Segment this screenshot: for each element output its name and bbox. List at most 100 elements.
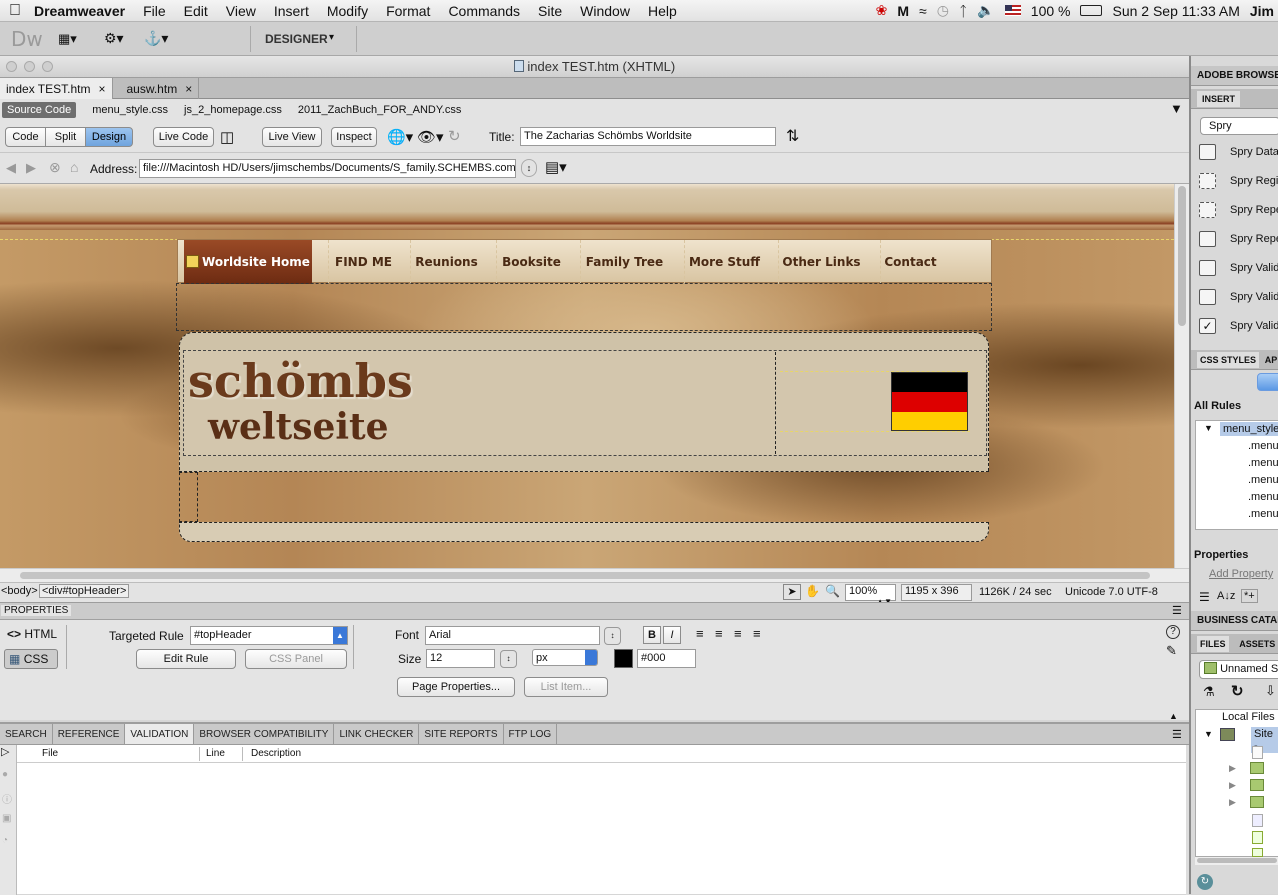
design-view[interactable]: Worldsite Home FIND ME Reunions Booksite… <box>0 184 1174 568</box>
menu-modify[interactable]: Modify <box>318 3 377 19</box>
nav-reunions[interactable]: Reunions <box>410 240 482 284</box>
panel-menu-icon[interactable]: ☰ <box>1172 604 1182 617</box>
zoom-tool-icon[interactable]: 🔍 <box>825 584 840 598</box>
visual-aids-icon[interactable]: 👁▾ <box>417 128 444 146</box>
nav-other-links[interactable]: Other Links <box>778 240 864 284</box>
files-tab[interactable]: FILES <box>1197 636 1229 652</box>
malwarebytes-icon[interactable]: M <box>897 3 909 19</box>
tag-selector-body[interactable]: <body> <box>1 585 38 597</box>
menu-help[interactable]: Help <box>639 3 686 19</box>
info-icon[interactable]: ⓘ <box>2 791 12 806</box>
column-line[interactable]: Line <box>206 745 225 763</box>
folder-icon[interactable] <box>1250 796 1264 808</box>
column-description[interactable]: Description <box>251 745 301 763</box>
workspace-switcher[interactable]: DESIGNER <box>265 32 328 46</box>
app-menu[interactable]: Dreamweaver <box>30 3 134 19</box>
home-icon[interactable]: ⌂ <box>70 159 78 175</box>
css-rule[interactable]: .menu <box>1248 508 1278 520</box>
file-icon[interactable] <box>1252 814 1263 827</box>
creative-cloud-icon[interactable]: ❀ <box>876 2 888 19</box>
globe-icon[interactable]: 🌐▾ <box>387 128 413 146</box>
back-icon[interactable]: ◀ <box>6 160 16 176</box>
nav-contact[interactable]: Contact <box>880 240 940 284</box>
german-flag-icon[interactable] <box>891 372 968 431</box>
collapse-icon[interactable]: ▲ <box>1169 711 1178 721</box>
flag-icon[interactable] <box>1004 5 1021 16</box>
disclosure-triangle-icon[interactable]: ▶ <box>1229 780 1236 791</box>
files-hscrollbar[interactable] <box>1195 857 1278 865</box>
scroll-thumb[interactable] <box>1197 858 1277 863</box>
assets-tab[interactable]: ASSETS <box>1231 636 1278 652</box>
related-source-code[interactable]: Source Code <box>2 102 77 118</box>
multiscreen-icon[interactable]: ◫ <box>220 128 234 146</box>
close-icon[interactable]: × <box>185 79 192 99</box>
browse-report-icon[interactable]: ◔ <box>2 835 8 846</box>
adobe-browserlab-header[interactable]: ADOBE BROWSERLAB <box>1191 66 1278 86</box>
align-justify-icon[interactable]: ≡ <box>753 626 761 641</box>
category-view-icon[interactable]: ☰ <box>1199 590 1210 604</box>
html-mode-button[interactable]: <> HTML <box>7 627 57 641</box>
get-files-icon[interactable]: ⇩ <box>1265 683 1276 699</box>
business-catalyst-header[interactable]: BUSINESS CATALYST <box>1191 611 1278 631</box>
inspect-button[interactable]: Inspect <box>331 127 377 147</box>
time-machine-icon[interactable]: ◷ <box>937 2 949 19</box>
css-styles-tab[interactable]: CSS STYLES <box>1197 352 1260 368</box>
page-properties-button[interactable]: Page Properties... <box>397 677 515 697</box>
folder-icon[interactable] <box>1250 762 1264 774</box>
insert-tab[interactable]: INSERT <box>1197 91 1241 107</box>
volume-icon[interactable]: 🔈 <box>977 2 994 19</box>
menu-site[interactable]: Site <box>529 3 571 19</box>
tab-ausw[interactable]: ausw.htm × <box>113 78 200 99</box>
save-report-icon[interactable]: ▣ <box>2 813 11 824</box>
wifi-icon[interactable]: ≈ <box>919 3 927 19</box>
tab-ftp-log[interactable]: FTP LOG <box>504 724 558 744</box>
live-view-button[interactable]: Live View <box>262 127 322 147</box>
clock[interactable]: Sun 2 Sep 11:33 AM <box>1112 3 1239 19</box>
insert-category-select[interactable]: Spry <box>1200 117 1278 135</box>
panel-menu-icon[interactable]: ☰ <box>1172 728 1182 741</box>
code-view-button[interactable]: Code <box>5 127 46 147</box>
tab-link-checker[interactable]: LINK CHECKER <box>334 724 420 744</box>
spry-validation-textarea[interactable]: Spry Validation Textarea <box>1199 289 1278 305</box>
spry-validation-text[interactable]: Spry Validation Text Field <box>1199 260 1278 276</box>
spry-repeat[interactable]: Spry Repeat <box>1199 202 1278 218</box>
tab-validation[interactable]: VALIDATION <box>125 724 195 744</box>
forward-icon[interactable]: ▶ <box>26 160 36 176</box>
close-icon[interactable]: × <box>98 79 105 99</box>
column-file[interactable]: File <box>42 745 58 763</box>
tab-search[interactable]: SEARCH <box>0 724 53 744</box>
quick-tag-editor-icon[interactable]: ✎ <box>1166 643 1177 659</box>
ap-elements-tab[interactable]: AP <box>1262 352 1278 368</box>
css-rule[interactable]: .menu <box>1248 491 1278 503</box>
validate-icon[interactable]: ▷ <box>1 745 9 758</box>
nav-more-stuff[interactable]: More Stuff <box>684 240 764 284</box>
apple-icon[interactable]:  <box>0 2 30 20</box>
window-zoom-button[interactable] <box>42 61 53 72</box>
window-size-select[interactable]: 1195 x 396 <box>901 584 972 601</box>
disclosure-triangle-icon[interactable]: ▼ <box>1204 423 1213 433</box>
css-mode-button[interactable]: ▦ CSS <box>4 649 58 669</box>
refresh-icon[interactable]: ↻ <box>1231 682 1244 700</box>
menu-commands[interactable]: Commands <box>439 3 529 19</box>
list-item-button[interactable]: List Item... <box>524 677 608 697</box>
title-input[interactable]: The Zacharias Schömbs Worldsite <box>520 127 776 146</box>
menu-insert[interactable]: Insert <box>265 3 318 19</box>
sort-az-icon[interactable]: A↓z <box>1217 590 1235 602</box>
bold-button[interactable]: B <box>643 626 661 644</box>
nav-family-tree[interactable]: Family Tree <box>580 240 668 284</box>
hand-tool-icon[interactable]: ✋ <box>805 584 820 598</box>
browser-options-icon[interactable]: ▤▾ <box>545 158 567 176</box>
tab-site-reports[interactable]: SITE REPORTS <box>419 724 504 744</box>
font-select[interactable]: Arial <box>425 626 600 645</box>
menu-edit[interactable]: Edit <box>175 3 217 19</box>
bluetooth-icon[interactable]: ᛏ <box>959 3 967 19</box>
nav-find-me[interactable]: FIND ME <box>328 240 398 284</box>
set-properties-icon[interactable]: *+ <box>1241 589 1258 603</box>
gear-icon[interactable]: ⚙▾ <box>104 30 124 47</box>
unit-select[interactable]: px <box>532 649 598 666</box>
address-stepper-icon[interactable]: ↕ <box>521 159 537 177</box>
color-swatch[interactable] <box>614 649 633 668</box>
color-input[interactable]: #000 <box>637 649 696 668</box>
user-menu[interactable]: Jim <box>1250 3 1274 19</box>
disclosure-triangle-icon[interactable]: ▼ <box>1204 729 1213 739</box>
